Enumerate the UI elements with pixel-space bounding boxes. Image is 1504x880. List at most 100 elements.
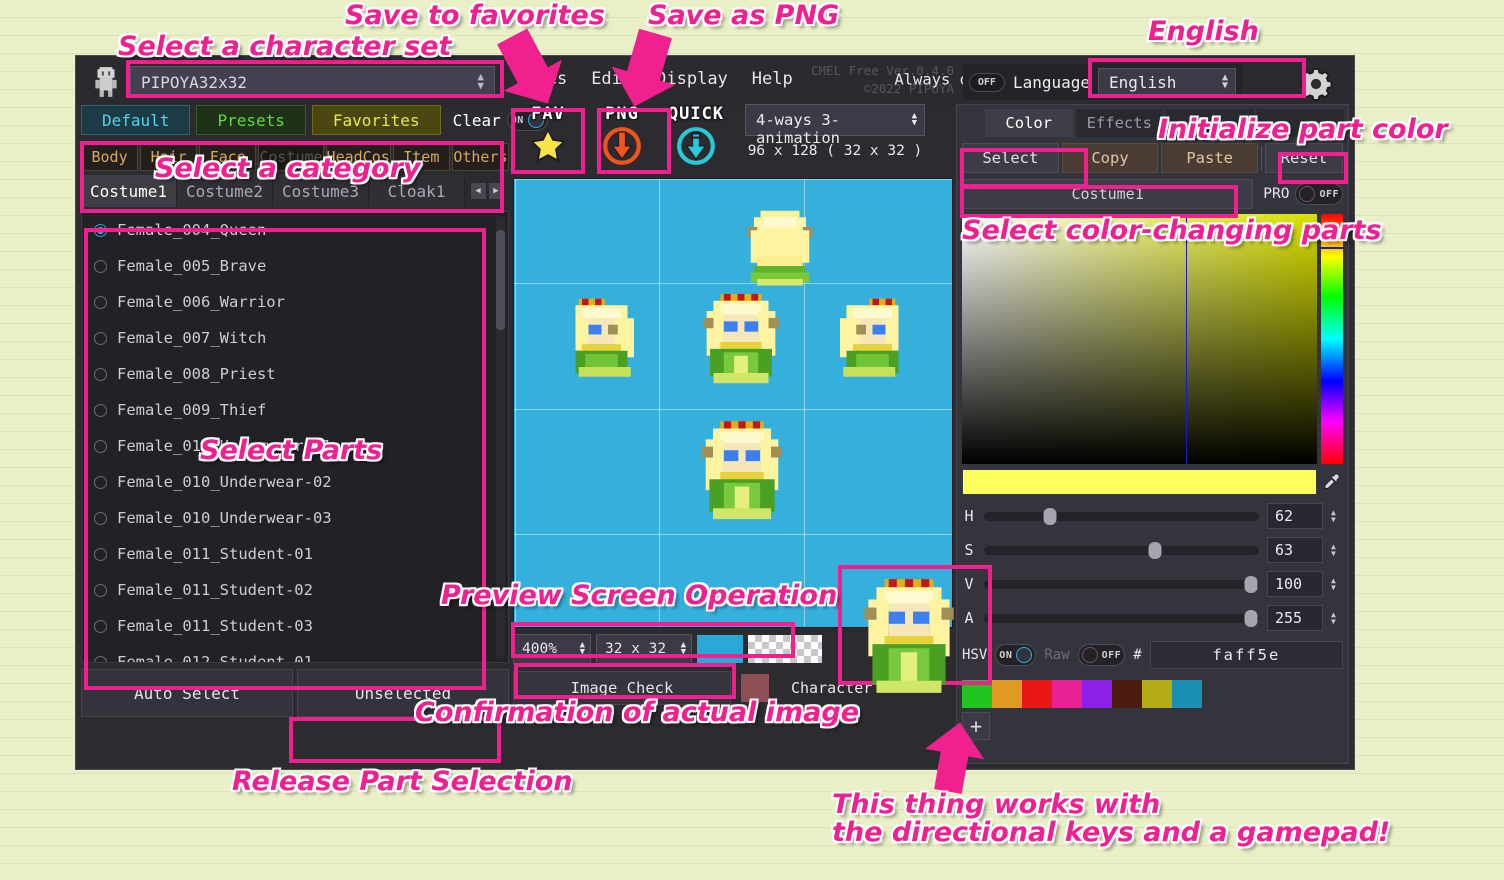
pro-toggle[interactable]: OFF (1295, 183, 1343, 205)
character-set-select[interactable]: PIPOYA32x32 ▲ ▼ (130, 66, 495, 98)
radio-icon[interactable] (94, 223, 107, 237)
list-item[interactable]: Female_006_Warrior (82, 284, 508, 320)
subtab-costume1[interactable]: Costume1 (81, 175, 177, 207)
category-tab-headcos[interactable]: HeadCos (325, 143, 391, 171)
current-color-swatch[interactable] (962, 469, 1317, 495)
slider-value-v[interactable]: 100 (1267, 571, 1323, 597)
radio-icon[interactable] (94, 367, 107, 381)
png-button[interactable]: PNG (591, 104, 653, 168)
list-item[interactable]: Female_011_Student-02 (82, 572, 508, 608)
mode-default-button[interactable]: Default (81, 105, 191, 135)
auto-select-button[interactable]: Auto Select (81, 669, 293, 717)
tab-unknown-3[interactable] (1166, 109, 1254, 137)
palette-swatch-5[interactable] (1082, 680, 1112, 708)
bg-transparent-swatch[interactable] (748, 635, 822, 663)
mode-presets-button[interactable]: Presets (196, 105, 306, 135)
radio-icon[interactable] (94, 439, 107, 453)
palette-swatch-8[interactable] (1172, 680, 1202, 708)
list-item[interactable]: Female_011_Student-01 (82, 536, 508, 572)
menu-edit[interactable]: Edit (591, 69, 632, 89)
list-item[interactable]: Female_008_Priest (82, 356, 508, 392)
copy-button[interactable]: Copy (1061, 143, 1159, 173)
animation-mode-select[interactable]: 4-ways 3-animation ▲ ▼ (745, 104, 925, 147)
character-preview-sprite[interactable] (844, 571, 974, 701)
quick-button[interactable]: QUICK (665, 104, 727, 168)
menu-display[interactable]: Display (656, 69, 728, 89)
list-item[interactable]: Female_010_Underwear-01 (82, 428, 508, 464)
cell-size-select[interactable]: 32 x 32 ▲ ▼ (596, 634, 692, 664)
slider-value-h[interactable]: 62 (1267, 503, 1323, 529)
slider-knob-s[interactable] (1148, 541, 1161, 559)
slider-value-s[interactable]: 63 (1267, 537, 1323, 563)
list-item[interactable]: Female_004_Queen (82, 212, 508, 248)
raw-toggle[interactable]: OFF (1077, 644, 1126, 666)
palette-swatch-6[interactable] (1112, 680, 1142, 708)
list-item[interactable]: Female_011_Student-03 (82, 608, 508, 644)
menu-files[interactable]: Files (516, 69, 567, 89)
parts-scrollbar[interactable] (496, 216, 505, 658)
slider-knob-h[interactable] (1043, 507, 1057, 525)
image-check-color-swatch[interactable] (741, 674, 769, 702)
tab-effects[interactable]: Effects (1075, 109, 1163, 137)
radio-icon[interactable] (94, 619, 107, 633)
category-tab-costume[interactable]: Costume (258, 143, 324, 171)
slider-knob-v[interactable] (1244, 575, 1258, 593)
spinner-h[interactable]: ▲ ▼ (1331, 508, 1343, 523)
slider-track-v[interactable] (984, 575, 1259, 593)
paste-button[interactable]: Paste (1161, 143, 1259, 173)
list-item[interactable]: Female_005_Brave (82, 248, 508, 284)
language-select[interactable]: English ▲ ▼ (1098, 67, 1236, 97)
hue-strip[interactable] (1320, 214, 1344, 464)
spinner-v[interactable]: ▲ ▼ (1331, 576, 1343, 591)
parts-list[interactable]: Female_004_Queen Female_005_Brave Female… (81, 211, 509, 663)
scrollbar-thumb[interactable] (496, 230, 505, 330)
image-check-button[interactable]: Image Check (513, 671, 731, 705)
list-item[interactable]: Female_012_Student-01 (82, 644, 508, 662)
tab-color[interactable]: Color (985, 109, 1073, 137)
saturation-value-field[interactable] (962, 214, 1317, 464)
fav-button[interactable]: FAV (517, 104, 579, 168)
list-item[interactable]: Female_010_Underwear-02 (82, 464, 508, 500)
radio-icon[interactable] (94, 583, 107, 597)
mode-favorites-button[interactable]: Favorites (311, 105, 441, 135)
eyedropper-icon[interactable] (1321, 469, 1343, 495)
list-item[interactable]: Female_007_Witch (82, 320, 508, 356)
palette-swatch-3[interactable] (1022, 680, 1052, 708)
hsv-toggle[interactable]: ON (995, 644, 1037, 666)
select-button[interactable]: Select (962, 143, 1059, 173)
slider-knob-a[interactable] (1244, 609, 1258, 627)
radio-icon[interactable] (94, 403, 107, 417)
chevron-left-icon[interactable]: ◀ (470, 183, 486, 199)
radio-icon[interactable] (94, 295, 107, 309)
category-tab-body[interactable]: Body (81, 143, 139, 171)
category-tab-face[interactable]: Face (199, 143, 257, 171)
slider-track-s[interactable] (984, 541, 1259, 559)
palette-swatch-4[interactable] (1052, 680, 1082, 708)
radio-icon[interactable] (94, 331, 107, 345)
radio-icon[interactable] (94, 259, 107, 273)
reset-button[interactable]: Reset (1265, 143, 1344, 173)
spinner-a[interactable]: ▲ ▼ (1331, 610, 1343, 625)
slider-track-h[interactable] (984, 507, 1259, 525)
category-tab-hair[interactable]: Hair (140, 143, 198, 171)
zoom-select[interactable]: 400% ▲ ▼ (513, 634, 591, 664)
bg-color-swatch[interactable] (697, 635, 743, 663)
spinner-s[interactable]: ▲ ▼ (1331, 542, 1343, 557)
radio-icon[interactable] (94, 547, 107, 561)
add-color-button[interactable]: + (962, 712, 990, 740)
slider-track-a[interactable] (984, 609, 1259, 627)
subtab-costume3[interactable]: Costume3 (273, 175, 369, 207)
list-item[interactable]: Female_010_Underwear-03 (82, 500, 508, 536)
category-tab-others[interactable]: Others (451, 143, 509, 171)
subtab-cloak1[interactable]: Cloak1 (369, 175, 465, 207)
gear-icon[interactable] (1298, 66, 1334, 102)
slider-value-a[interactable]: 255 (1267, 605, 1323, 631)
color-part-select[interactable]: Costume1 (962, 179, 1254, 209)
radio-icon[interactable] (94, 511, 107, 525)
radio-icon[interactable] (94, 655, 107, 662)
chevron-right-icon[interactable]: ▶ (488, 183, 504, 199)
unselected-button[interactable]: Unselected (297, 669, 509, 717)
palette-swatch-2[interactable] (992, 680, 1022, 708)
color-picker[interactable] (962, 214, 1344, 464)
subtab-costume2[interactable]: Costume2 (177, 175, 273, 207)
